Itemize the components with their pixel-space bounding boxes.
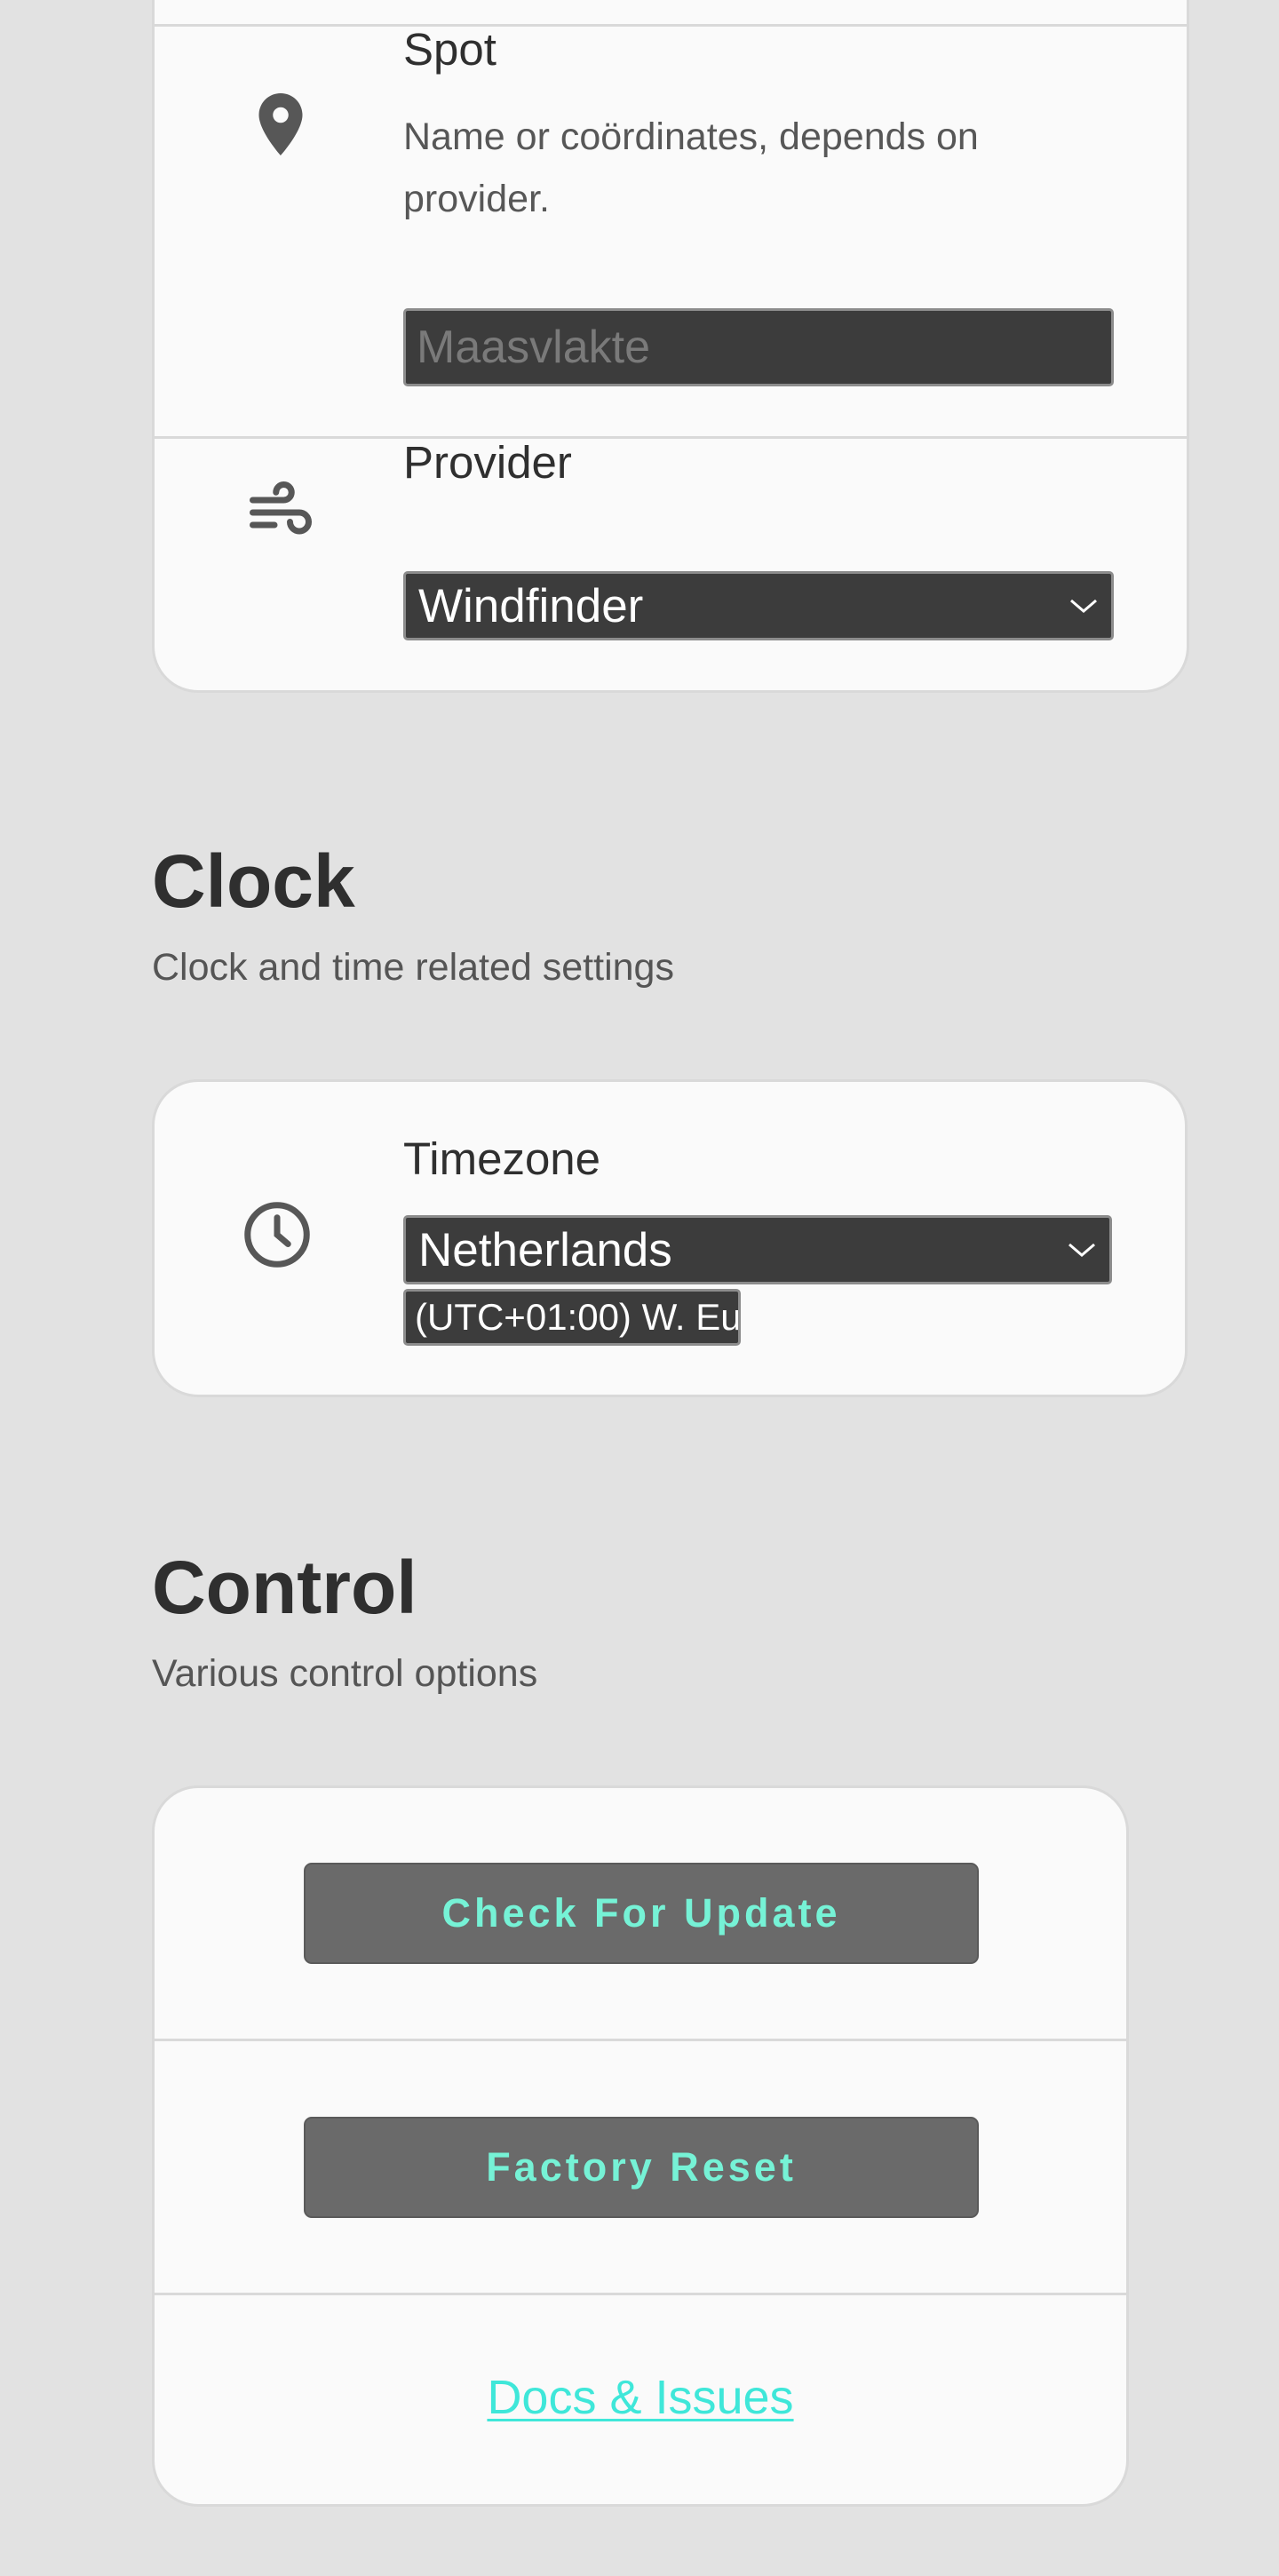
wind-icon [243,475,318,550]
card-divider [155,24,1187,27]
card-divider [155,2039,1126,2041]
check-for-update-button[interactable]: Check For Update [304,1863,979,1964]
card-divider [155,2293,1126,2295]
spot-label: Spot [403,24,497,75]
timezone-zone-value: (UTC+01:00) W. Europe [415,1296,741,1338]
spot-input[interactable] [403,308,1114,386]
clock-section-title: Clock [152,839,355,923]
timezone-region-select[interactable]: Netherlands [403,1215,1112,1284]
provider-label: Provider [403,437,572,488]
spot-description: Name or coördinates, depends on provider… [403,115,979,220]
settings-page: Spot Name or coördinates, depends on pro… [0,0,1279,2576]
location-settings-card: Spot Name or coördinates, depends on pro… [152,0,1189,693]
card-divider [155,436,1187,439]
chevron-down-icon [1068,597,1099,615]
chevron-down-icon [1067,1241,1097,1259]
clock-icon [240,1197,314,1272]
control-card: Check For Update Factory Reset Docs & Is… [152,1785,1129,2507]
clock-section-subtitle: Clock and time related settings [152,946,674,989]
timezone-zone-select[interactable]: (UTC+01:00) W. Europe [403,1289,741,1346]
factory-reset-button[interactable]: Factory Reset [304,2117,979,2218]
control-section-subtitle: Various control options [152,1652,538,1695]
timezone-region-value: Netherlands [418,1223,672,1276]
timezone-label: Timezone [403,1133,601,1184]
provider-select[interactable]: Windfinder [403,571,1114,640]
control-section-title: Control [152,1546,417,1629]
clock-settings-card: Timezone Netherlands (UTC+01:00) W. Euro… [152,1079,1188,1397]
map-pin-icon [243,87,318,162]
provider-selected-value: Windfinder [418,579,644,632]
docs-issues-link[interactable]: Docs & Issues [155,2370,1126,2425]
